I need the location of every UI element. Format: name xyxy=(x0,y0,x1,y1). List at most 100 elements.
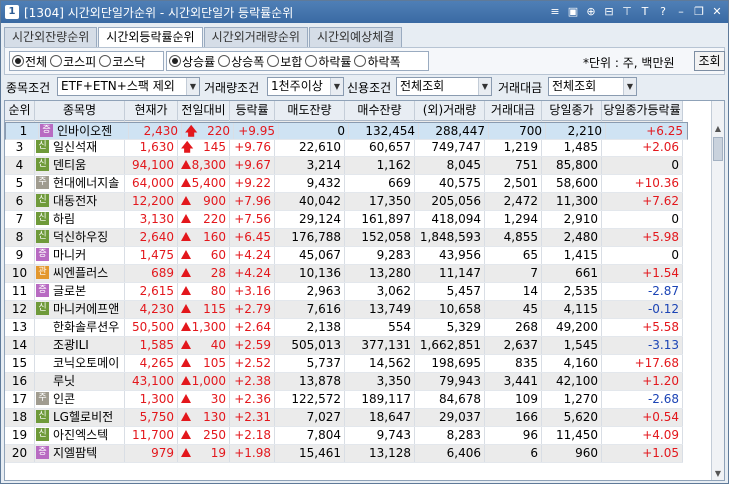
column-header[interactable]: 등락률 xyxy=(230,101,275,121)
radio-market_filter-2[interactable]: 코스피 xyxy=(50,53,96,70)
column-header[interactable]: 매수잔량 xyxy=(345,101,415,121)
name-cell[interactable]: 한화솔루션우 xyxy=(35,319,125,336)
name-cell[interactable]: 신 마니커에프앤 xyxy=(35,301,125,318)
radio-market_filter-3[interactable]: 코스닥 xyxy=(99,53,145,70)
close-rate-cell: +0.54 xyxy=(602,409,683,426)
volume-cell: 11,147 xyxy=(415,265,485,282)
chevron-down-icon: ▼ xyxy=(186,78,199,95)
name-cell[interactable]: 증 인바이오젠 xyxy=(39,123,129,139)
name-cell[interactable]: 증 지엘팜텍 xyxy=(35,445,125,462)
column-header[interactable]: 당일종가등락률 xyxy=(602,101,683,121)
volume-cell: 8,045 xyxy=(415,157,485,174)
scroll-down-icon[interactable]: ▼ xyxy=(712,467,724,480)
column-header[interactable]: 전일대비 xyxy=(178,101,230,121)
column-header[interactable]: 거래대금 xyxy=(485,101,542,121)
name-cell[interactable]: 신 대동전자 xyxy=(35,193,125,210)
stock-badge: 증 xyxy=(36,446,49,459)
radio-market_filter-1[interactable]: 전체 xyxy=(12,53,47,70)
volume-condition-select[interactable]: 1천주이상 ▼ xyxy=(267,77,344,96)
name-cell[interactable]: 신 LG헬로비전 xyxy=(35,409,125,426)
amount-cell: 6 xyxy=(485,445,542,462)
rate-cell: +9.95 xyxy=(234,123,279,139)
table-row[interactable]: 19 신 아진엑스텍 11,700 250 +2.18 7,804 9,743 8,283 96 1… xyxy=(5,427,683,445)
close-icon[interactable]: ✕ xyxy=(709,4,725,20)
name-cell[interactable]: 주 현대에너지솔 xyxy=(35,175,125,192)
tab-2[interactable]: 시간외등락률순위 xyxy=(98,27,203,48)
table-row[interactable]: 7 신 하림 3,130 220 +7.56 29,124 161,897 418,094 1,2… xyxy=(5,211,683,229)
tab-1[interactable]: 시간외잔량순위 xyxy=(4,27,98,47)
zoom-icon[interactable]: ⊕ xyxy=(583,4,599,20)
text-icon[interactable]: T xyxy=(637,4,653,20)
name-cell[interactable]: 증 글로본 xyxy=(35,283,125,300)
name-cell[interactable]: 신 일신석재 xyxy=(35,139,125,156)
table-row[interactable]: 20 증 지엘팜텍 979 19 +1.98 15,461 13,128 6,406 6 960 +1… xyxy=(5,445,683,463)
table-row[interactable]: 15 코닉오토메이 4,265 105 +2.52 5,737 14,562 198,695 8… xyxy=(5,355,683,373)
table-row[interactable]: 9 증 마니커 1,475 60 +4.24 45,067 9,283 43,956 65 1,41… xyxy=(5,247,683,265)
radio-rank_filter-2[interactable]: 상승폭 xyxy=(218,53,264,70)
table-row[interactable]: 14 조광ILI 1,585 40 +2.59 505,013 377,131 1,662,8… xyxy=(5,337,683,355)
table-row[interactable]: 1 증 인바이오젠 2,430 🡅 220 +9.95 0 132,454 288,447 700 2… xyxy=(5,122,688,140)
stock-badge: 신 xyxy=(36,428,49,441)
up-triangle-icon xyxy=(181,268,191,277)
screen-icon[interactable]: ▣ xyxy=(565,4,581,20)
column-header[interactable]: 현재가 xyxy=(125,101,178,121)
menu-icon[interactable]: ≡ xyxy=(547,4,563,20)
market-radio-group: 전체 코스피 코스닥 xyxy=(9,51,164,71)
radio-rank_filter-4[interactable]: 하락률 xyxy=(305,53,351,70)
restore-icon[interactable]: ❐ xyxy=(691,4,707,20)
table-row[interactable]: 12 신 마니커에프앤 4,230 115 +2.79 7,616 13,749 10,658 4… xyxy=(5,301,683,319)
stock-badge xyxy=(36,338,49,351)
table-row[interactable]: 10 관 씨엔플러스 689 28 +4.24 10,136 13,280 11,147 7 661… xyxy=(5,265,683,283)
column-header[interactable]: 매도잔량 xyxy=(275,101,345,121)
change-cell: 130 xyxy=(178,409,230,426)
amount-condition-select[interactable]: 전체조회 ▼ xyxy=(548,77,637,96)
tab-4[interactable]: 시간외예상체결 xyxy=(308,27,403,47)
radio-rank_filter-5[interactable]: 하락폭 xyxy=(354,53,401,70)
bid-cell: 3,350 xyxy=(345,373,415,390)
table-row[interactable]: 4 신 덴티움 94,100 8,300 +9.67 3,214 1,162 8,045 751 8… xyxy=(5,157,683,175)
radio-rank_filter-3[interactable]: 보합 xyxy=(267,53,302,70)
credit-condition-select[interactable]: 전체조회 ▼ xyxy=(396,77,492,96)
column-header[interactable]: 종목명 xyxy=(35,101,125,121)
scroll-thumb[interactable] xyxy=(713,137,723,161)
ask-cell: 40,042 xyxy=(275,193,345,210)
column-header[interactable]: 당일종가 xyxy=(542,101,602,121)
item-condition-select[interactable]: ETF+ETN+스팩 제외 ▼ xyxy=(57,77,200,96)
name-cell[interactable]: 코닉오토메이 xyxy=(35,355,125,372)
vertical-scrollbar[interactable]: ▲ ▼ xyxy=(711,101,724,480)
stock-badge xyxy=(36,320,49,333)
table-row[interactable]: 3 신 일신석재 1,630 🡅 145 +9.76 22,610 60,657 749,747 1… xyxy=(5,139,683,157)
tab-3[interactable]: 시간외거래량순위 xyxy=(203,27,308,47)
name-cell[interactable]: 조광ILI xyxy=(35,337,125,354)
help-icon[interactable]: ? xyxy=(655,4,671,20)
table-row[interactable]: 11 증 글로본 2,615 80 +3.16 2,963 3,062 5,457 14 2,535… xyxy=(5,283,683,301)
name-cell[interactable]: 증 마니커 xyxy=(35,247,125,264)
name-cell[interactable]: 신 하림 xyxy=(35,211,125,228)
minimize-icon[interactable]: ⊟ xyxy=(601,4,617,20)
table-row[interactable]: 16 루닛 43,100 1,000 +2.38 13,878 3,350 79,943 3,4… xyxy=(5,373,683,391)
table-row[interactable]: 13 한화솔루션우 50,500 1,300 +2.64 2,138 554 5,329 268… xyxy=(5,319,683,337)
radio-rank_filter-1[interactable]: 상승률 xyxy=(169,53,215,70)
query-button[interactable]: 조회 xyxy=(694,51,725,71)
window-minimize-icon[interactable]: – xyxy=(673,4,689,20)
table-row[interactable]: 8 신 덕신하우징 2,640 160 +6.45 176,788 152,058 1,848,… xyxy=(5,229,683,247)
name-cell[interactable]: 신 덴티움 xyxy=(35,157,125,174)
column-header[interactable]: (외)거래량 xyxy=(415,101,485,121)
table-row[interactable]: 6 신 대동전자 12,200 900 +7.96 40,042 17,350 205,056 2… xyxy=(5,193,683,211)
name-cell[interactable]: 관 씨엔플러스 xyxy=(35,265,125,282)
pin-icon[interactable]: ⊤ xyxy=(619,4,635,20)
column-header[interactable]: 순위 xyxy=(5,101,35,121)
name-cell[interactable]: 신 아진엑스텍 xyxy=(35,427,125,444)
bid-cell: 13,749 xyxy=(345,301,415,318)
name-cell[interactable]: 루닛 xyxy=(35,373,125,390)
window-number[interactable]: 1 xyxy=(5,5,19,19)
name-cell[interactable]: 주 인콘 xyxy=(35,391,125,408)
scroll-up-icon[interactable]: ▲ xyxy=(712,122,724,135)
table-row[interactable]: 5 주 현대에너지솔 64,000 5,400 +9.22 9,432 669 40,575 2,… xyxy=(5,175,683,193)
bid-cell: 152,058 xyxy=(345,229,415,246)
name-cell[interactable]: 신 덕신하우징 xyxy=(35,229,125,246)
change-value: 105 xyxy=(203,356,226,370)
table-row[interactable]: 18 신 LG헬로비전 5,750 130 +2.31 7,027 18,647 29,037 1… xyxy=(5,409,683,427)
amount-cell: 96 xyxy=(485,427,542,444)
table-row[interactable]: 17 주 인콘 1,300 30 +2.36 122,572 189,117 84,678 109… xyxy=(5,391,683,409)
